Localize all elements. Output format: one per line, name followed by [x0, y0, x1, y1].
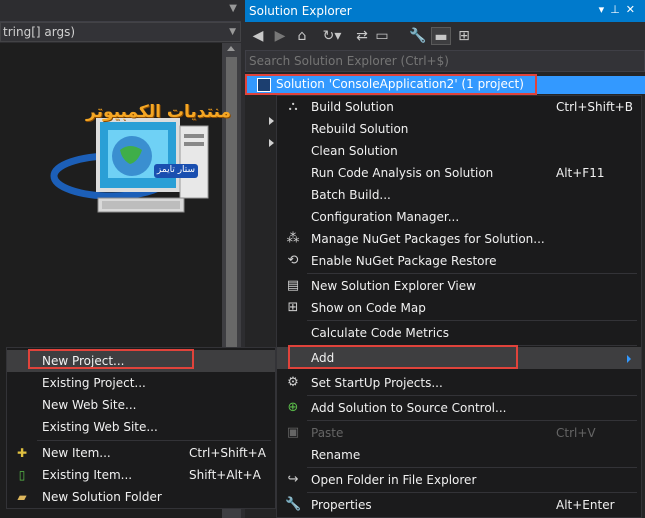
new-item-icon: ✚	[16, 446, 28, 460]
wrench-icon: 🔧	[285, 497, 302, 512]
pin-icon[interactable]: ⊥	[610, 3, 626, 16]
submenu-item-new-item[interactable]: ✚ New Item... Ctrl+Shift+A	[7, 442, 275, 464]
open-folder-icon: ↪	[287, 472, 299, 487]
preview-selected-icon[interactable]: ▬	[431, 27, 451, 45]
history-icon[interactable]: ↻▾	[319, 27, 345, 45]
menu-item-configuration-manager[interactable]: Configuration Manager...	[277, 206, 641, 228]
menu-item-properties[interactable]: 🔧 Properties Alt+Enter	[277, 494, 641, 516]
menu-separator	[307, 492, 637, 493]
menu-item-calculate-code-metrics[interactable]: Calculate Code Metrics	[277, 322, 641, 344]
expand-arrow-icon[interactable]	[269, 117, 274, 125]
solution-explorer-titlebar: Solution Explorer ▾⊥✕	[245, 0, 645, 22]
solution-explorer-search[interactable]	[245, 50, 645, 72]
context-menu: ⛬ Build Solution Ctrl+Shift+B Rebuild So…	[276, 95, 642, 518]
submenu-item-new-solution-folder[interactable]: ▰ New Solution Folder	[7, 486, 275, 508]
menu-item-set-startup-projects[interactable]: ⚙ Set StartUp Projects...	[277, 372, 641, 394]
solution-highlight-box	[245, 74, 537, 95]
watermark-badge-text: ستار تايمز	[156, 165, 196, 175]
new-project-highlight-box	[28, 349, 194, 369]
close-icon[interactable]: ✕	[626, 3, 641, 16]
window-position-icon[interactable]: ▾	[599, 3, 611, 16]
menu-separator	[307, 395, 637, 396]
home-icon[interactable]: ⌂	[293, 27, 311, 45]
menu-separator	[307, 467, 637, 468]
watermark-logo: منتديات الكمبيوتر ستار تايمز	[50, 70, 231, 230]
menu-separator	[37, 440, 271, 441]
forward-icon[interactable]: ▶	[272, 27, 288, 45]
menu-item-build-solution[interactable]: ⛬ Build Solution Ctrl+Shift+B	[277, 96, 641, 118]
add-highlight-box	[288, 345, 518, 369]
submenu-item-existing-project[interactable]: Existing Project...	[7, 372, 275, 394]
menu-item-new-solution-explorer-view[interactable]: ▤ New Solution Explorer View	[277, 275, 641, 297]
menu-item-paste[interactable]: ▣ Paste Ctrl+V	[277, 422, 641, 444]
menu-separator	[307, 273, 637, 274]
collapse-all-icon[interactable]: ▭	[373, 27, 391, 45]
back-icon[interactable]: ◀	[250, 27, 266, 45]
scrollbar-thumb[interactable]	[226, 57, 237, 347]
tab-dropdown-icon[interactable]: ▼	[229, 3, 237, 14]
member-navigation-text: tring[] args)	[3, 25, 75, 39]
solution-explorer-toolbar: ◀ ▶ ⌂ ↻▾ ⇄ ▭ 🔧 ▬ ⊞	[245, 22, 645, 50]
member-navigation-dropdown[interactable]: tring[] args) ▼	[0, 22, 241, 42]
package-restore-icon: ⟲	[287, 253, 299, 268]
solution-explorer-title: Solution Explorer	[249, 4, 352, 18]
chevron-down-icon[interactable]: ▼	[229, 27, 236, 37]
menu-item-rebuild-solution[interactable]: Rebuild Solution	[277, 118, 641, 140]
menu-separator	[307, 320, 637, 321]
computer-logo-icon	[50, 118, 209, 213]
editor-tab-strip: ▼	[0, 0, 241, 22]
submenu-item-existing-item[interactable]: ▯ Existing Item... Shift+Alt+A	[7, 464, 275, 486]
folder-icon: ▰	[17, 490, 27, 504]
search-input[interactable]	[249, 53, 629, 69]
scroll-up-icon[interactable]	[227, 46, 235, 51]
submenu-item-new-web-site[interactable]: New Web Site...	[7, 394, 275, 416]
build-icon: ⛬	[288, 99, 298, 114]
menu-item-open-folder[interactable]: ↪ Open Folder in File Explorer	[277, 469, 641, 491]
menu-item-run-code-analysis[interactable]: Run Code Analysis on Solution Alt+F11	[277, 162, 641, 184]
nuget-icon: ⁂	[286, 231, 300, 246]
menu-item-add-to-source-control[interactable]: ⊕ Add Solution to Source Control...	[277, 397, 641, 419]
menu-item-clean-solution[interactable]: Clean Solution	[277, 140, 641, 162]
sync-icon[interactable]: ⇄	[353, 27, 371, 45]
watermark-arabic-text: منتديات الكمبيوتر	[86, 102, 231, 122]
code-map-icon: ⊞	[287, 300, 299, 315]
menu-item-batch-build[interactable]: Batch Build...	[277, 184, 641, 206]
menu-item-rename[interactable]: Rename	[277, 444, 641, 466]
menu-item-manage-nuget[interactable]: ⁂ Manage NuGet Packages for Solution...	[277, 228, 641, 250]
gear-icon: ⚙	[287, 375, 299, 390]
wrench-icon[interactable]: 🔧	[409, 27, 427, 45]
existing-item-icon: ▯	[18, 468, 26, 482]
menu-separator	[307, 420, 637, 421]
source-control-icon: ⊕	[287, 400, 299, 415]
expand-arrow-icon[interactable]	[269, 139, 274, 147]
code-map-icon[interactable]: ⊞	[455, 27, 473, 45]
submenu-item-existing-web-site[interactable]: Existing Web Site...	[7, 416, 275, 438]
menu-item-enable-nuget-restore[interactable]: ⟲ Enable NuGet Package Restore	[277, 250, 641, 272]
menu-item-show-on-code-map[interactable]: ⊞ Show on Code Map	[277, 297, 641, 319]
add-submenu: New Project... Existing Project... New W…	[6, 347, 276, 509]
paste-icon: ▣	[286, 425, 300, 440]
submenu-arrow-icon	[627, 355, 631, 363]
new-view-icon: ▤	[286, 278, 300, 293]
